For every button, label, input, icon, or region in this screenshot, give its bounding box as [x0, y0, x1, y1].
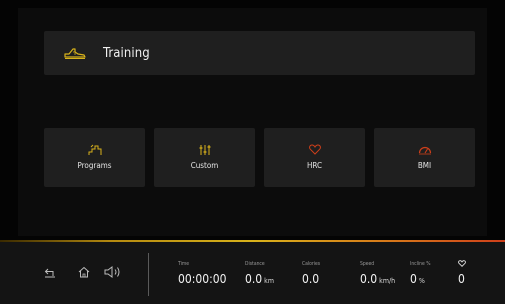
- bmi-label: BMI: [417, 161, 432, 170]
- gauge-icon: [374, 144, 475, 156]
- hrc-tile[interactable]: HRC: [264, 128, 365, 187]
- back-icon[interactable]: [44, 266, 56, 278]
- calories-value: 0.0: [302, 272, 320, 286]
- incline-label: Incline %: [410, 261, 431, 267]
- bmi-tile[interactable]: BMI: [374, 128, 475, 187]
- time-metric: Time 00:00:00: [178, 260, 226, 286]
- bar-divider: [148, 253, 149, 296]
- heart-icon: [264, 144, 365, 156]
- custom-label: Custom: [190, 161, 219, 170]
- training-header: Training: [44, 31, 475, 75]
- incline-metric: Incline % 0%: [410, 260, 430, 288]
- heart-rate-icon: [458, 260, 466, 268]
- programs-label: Programs: [77, 161, 112, 170]
- speed-unit: km/h: [379, 277, 396, 285]
- accent-line: [0, 240, 505, 242]
- incline-unit: %: [418, 277, 425, 285]
- distance-metric: Distance 0.0 km: [245, 260, 274, 288]
- time-value: 00:00:00: [178, 272, 227, 286]
- custom-tile[interactable]: Custom: [154, 128, 255, 187]
- calories-label: Calories: [302, 261, 321, 267]
- distance-value: 0.0: [245, 272, 263, 286]
- speed-metric: Speed 0.0 km/h: [360, 260, 395, 288]
- speed-label: Speed: [360, 261, 375, 267]
- home-icon[interactable]: [78, 266, 90, 278]
- programs-tile[interactable]: Programs: [44, 128, 145, 187]
- stairs-icon: [44, 144, 145, 156]
- training-options: Programs Custom HRC BMI: [44, 128, 475, 187]
- page-title: Training: [103, 45, 150, 61]
- speed-value: 0.0: [360, 272, 378, 286]
- heart-rate-value: 0: [458, 272, 465, 286]
- running-shoe-icon: [64, 46, 86, 60]
- sliders-icon: [154, 144, 255, 156]
- hrc-label: HRC: [306, 161, 323, 170]
- status-bar: Time 00:00:00 Distance 0.0 km Calories 0.…: [0, 240, 505, 304]
- heart-rate-metric: 0: [458, 260, 466, 286]
- time-label: Time: [178, 261, 189, 267]
- training-screen: Training Programs Custom HRC BMI Time 00…: [0, 0, 505, 304]
- calories-metric: Calories 0.0: [302, 260, 320, 286]
- volume-icon[interactable]: [104, 266, 122, 278]
- incline-value: 0: [410, 272, 417, 286]
- distance-unit: km: [264, 277, 274, 285]
- distance-label: Distance: [245, 261, 265, 267]
